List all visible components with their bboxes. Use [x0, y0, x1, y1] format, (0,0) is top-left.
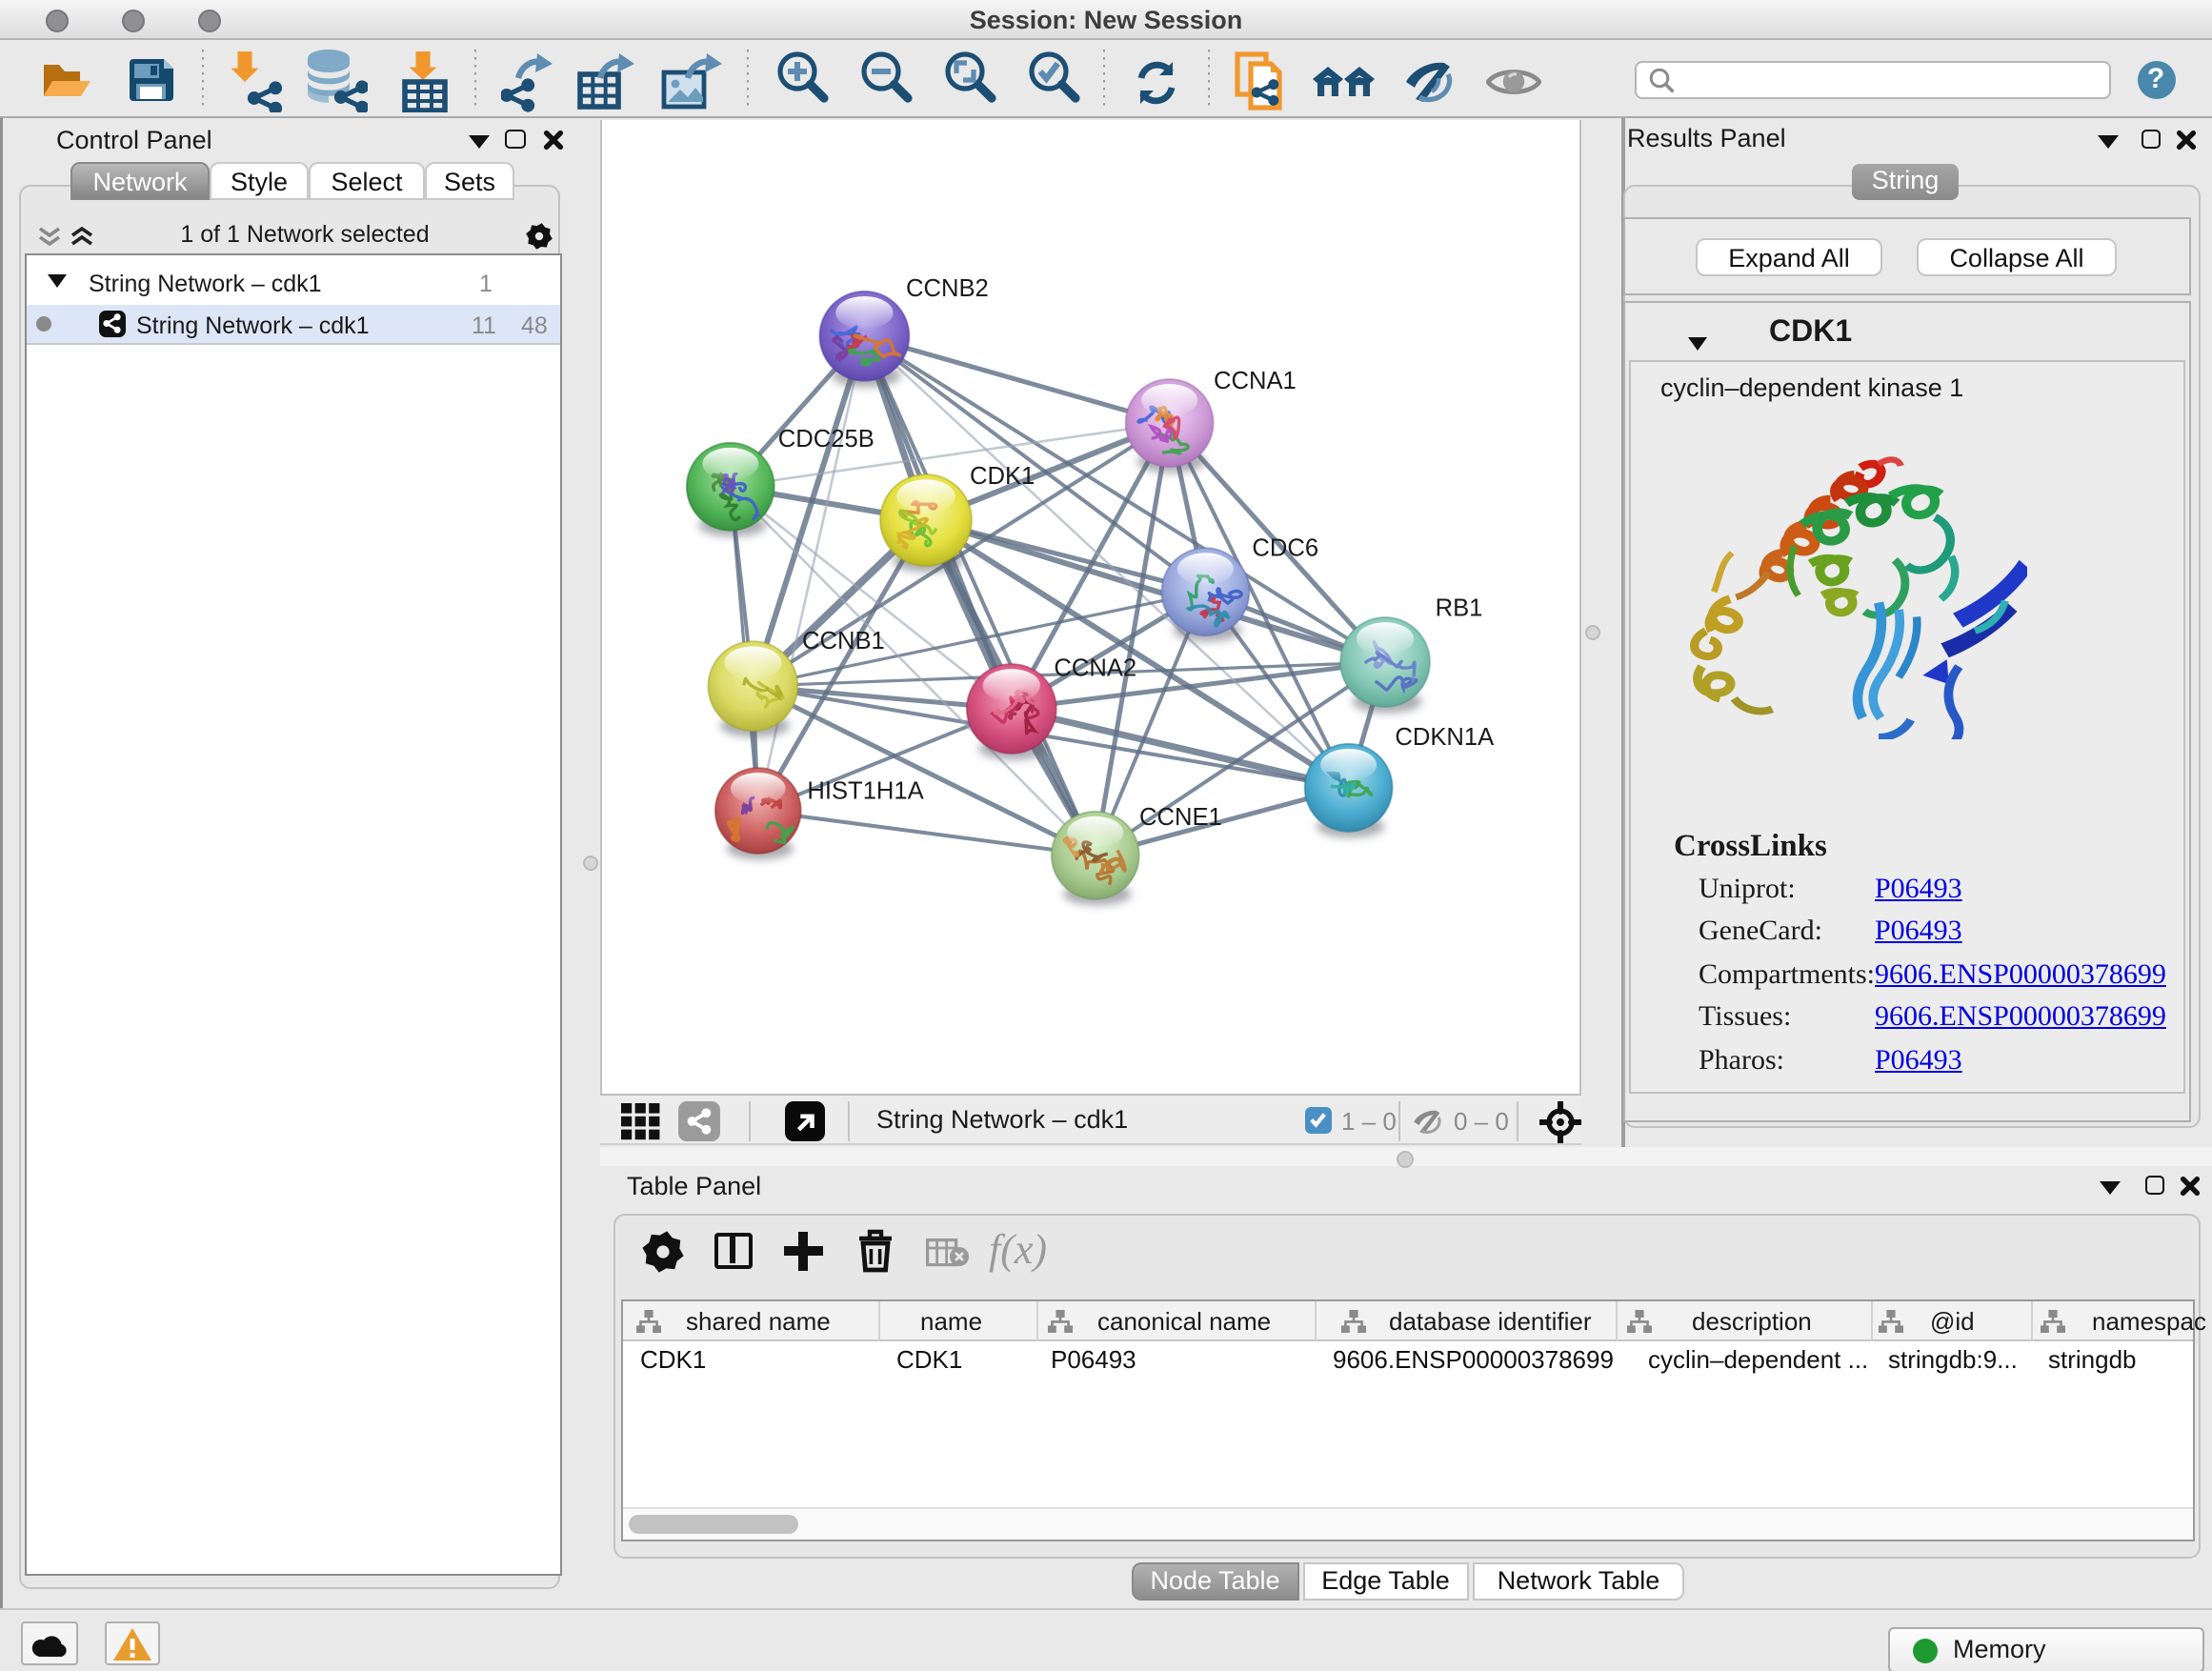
svg-text:CDC25B: CDC25B — [778, 426, 875, 453]
svg-text:CCNB2: CCNB2 — [906, 275, 989, 302]
svg-text:CCNE1: CCNE1 — [1139, 804, 1222, 831]
svg-text:CDC6: CDC6 — [1252, 534, 1318, 561]
svg-text:RB1: RB1 — [1436, 594, 1483, 621]
svg-text:CCNA2: CCNA2 — [1054, 655, 1136, 682]
svg-text:CCNA1: CCNA1 — [1214, 368, 1297, 394]
svg-text:CDKN1A: CDKN1A — [1395, 724, 1495, 751]
svg-text:CCNB1: CCNB1 — [802, 628, 885, 654]
svg-text:CDK1: CDK1 — [970, 463, 1035, 490]
svg-text:HIST1H1A: HIST1H1A — [807, 778, 924, 805]
